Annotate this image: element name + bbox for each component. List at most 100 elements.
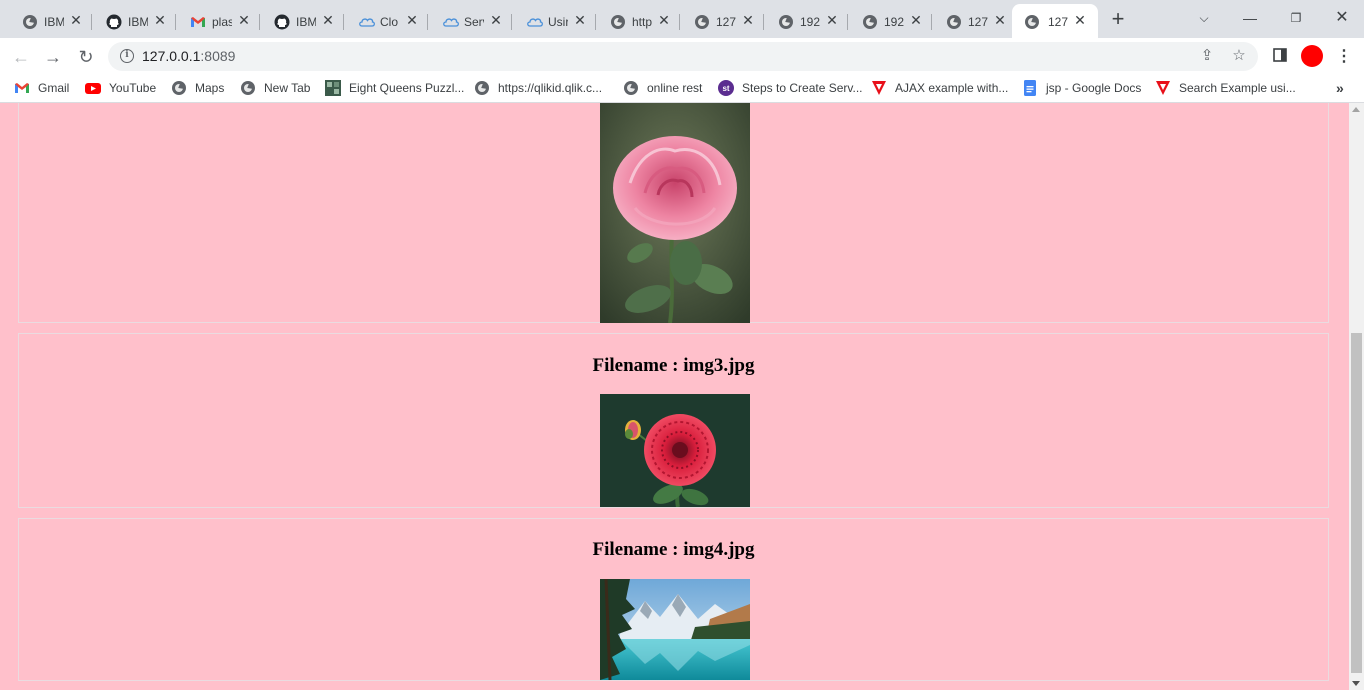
browser-tab[interactable]: IBM ✕ bbox=[252, 4, 344, 38]
gmail-icon bbox=[14, 80, 30, 96]
url-text[interactable]: 127.0.0.1:8089 bbox=[142, 48, 235, 65]
tab-title: Serv bbox=[464, 15, 484, 29]
globe-icon bbox=[623, 80, 639, 96]
bookmark-steps-create-serv[interactable]: st Steps to Create Serv... bbox=[718, 80, 863, 96]
gmail-icon bbox=[190, 14, 206, 30]
bookmark-label: online rest bbox=[647, 81, 703, 95]
bookmark-label: Gmail bbox=[38, 81, 70, 95]
tab-title: plas bbox=[212, 15, 232, 29]
browser-tab[interactable]: 127 ✕ bbox=[672, 4, 764, 38]
dahlia-image bbox=[600, 394, 750, 507]
close-tab-icon[interactable]: ✕ bbox=[236, 12, 252, 28]
puzzle-icon bbox=[325, 80, 341, 96]
github-icon bbox=[274, 14, 290, 30]
address-bar[interactable]: i 127.0.0.1:8089 ⇪ ☆ bbox=[108, 42, 1258, 71]
globe-icon bbox=[946, 14, 962, 30]
bookmarks-bar: Gmail YouTube Maps New Tab Eight Queens … bbox=[0, 75, 1364, 103]
scroll-up-arrow-icon[interactable] bbox=[1352, 107, 1360, 112]
bookmark-qlik[interactable]: https://qlikid.qlik.c... bbox=[474, 80, 602, 96]
menu-kebab-icon[interactable]: ⋮ bbox=[1335, 48, 1353, 66]
scrollbar-thumb[interactable] bbox=[1351, 333, 1362, 673]
close-tab-icon[interactable]: ✕ bbox=[404, 12, 420, 28]
bookmark-label: https://qlikid.qlik.c... bbox=[498, 81, 603, 95]
share-icon[interactable]: ⇪ bbox=[1198, 47, 1216, 65]
tab-title: 127 bbox=[1048, 15, 1068, 29]
cloud-icon bbox=[358, 14, 375, 30]
bookmark-label: Eight Queens Puzzl... bbox=[349, 81, 465, 95]
tab-title: IBM bbox=[128, 15, 148, 29]
globe-icon bbox=[22, 14, 38, 30]
browser-tab[interactable]: 192 ✕ bbox=[840, 4, 932, 38]
browser-tab[interactable]: 127 ✕ bbox=[924, 4, 1016, 38]
warning-icon bbox=[1155, 80, 1171, 96]
close-tab-icon[interactable]: ✕ bbox=[152, 12, 168, 28]
browser-tab[interactable]: Serv ✕ bbox=[420, 4, 512, 38]
browser-tab[interactable]: http ✕ bbox=[588, 4, 680, 38]
globe-icon bbox=[862, 14, 878, 30]
bookmark-online-rest[interactable]: online rest bbox=[623, 80, 702, 96]
browser-tab[interactable]: plas ✕ bbox=[168, 4, 260, 38]
mountain-lake-image bbox=[600, 579, 750, 680]
tab-title: 127 bbox=[968, 15, 988, 29]
bookmark-search-example[interactable]: Search Example usi... bbox=[1155, 80, 1296, 96]
tab-search-icon[interactable]: ⌵ bbox=[1192, 8, 1216, 28]
browser-tab[interactable]: Usir ✕ bbox=[504, 4, 596, 38]
close-tab-icon[interactable]: ✕ bbox=[908, 12, 924, 28]
bookmark-maps[interactable]: Maps bbox=[171, 80, 224, 96]
reload-button[interactable]: ↻ bbox=[75, 46, 97, 68]
bookmark-label: AJAX example with... bbox=[895, 81, 1009, 95]
svg-text:st: st bbox=[722, 84, 729, 93]
bookmark-new-tab[interactable]: New Tab bbox=[240, 80, 310, 96]
cloud-icon bbox=[526, 14, 543, 30]
tab-title: http bbox=[632, 15, 652, 29]
site-info-icon[interactable]: i bbox=[120, 49, 134, 63]
st-icon: st bbox=[718, 80, 734, 96]
globe-icon bbox=[240, 80, 256, 96]
close-tab-icon[interactable]: ✕ bbox=[572, 12, 588, 28]
scroll-down-arrow-icon[interactable] bbox=[1352, 681, 1360, 686]
minimize-button[interactable]: — bbox=[1238, 8, 1262, 28]
browser-tab[interactable]: IBM ✕ bbox=[84, 4, 176, 38]
close-tab-icon[interactable]: ✕ bbox=[740, 12, 756, 28]
more-bookmarks-icon[interactable]: » bbox=[1336, 80, 1344, 96]
globe-icon bbox=[474, 80, 490, 96]
filename-heading: Filename : img3.jpg bbox=[592, 355, 755, 376]
bookmark-gmail[interactable]: Gmail bbox=[14, 80, 69, 96]
page-content: Filename : img3.jpg Filename: img4.jpg bbox=[0, 103, 1349, 690]
tab-title: IBM bbox=[296, 15, 316, 29]
close-tab-icon[interactable]: ✕ bbox=[68, 12, 84, 28]
close-tab-icon[interactable]: ✕ bbox=[656, 12, 672, 28]
close-tab-icon[interactable]: ✕ bbox=[320, 12, 336, 28]
rose-image bbox=[600, 103, 750, 323]
bookmark-youtube[interactable]: YouTube bbox=[85, 80, 156, 96]
restore-button[interactable]: ❐ bbox=[1284, 8, 1308, 28]
browser-tab[interactable]: IBM ✕ bbox=[0, 4, 92, 38]
cloud-icon bbox=[442, 14, 459, 30]
browser-tab-active[interactable]: 127 ✕ bbox=[1012, 4, 1098, 38]
browser-tab[interactable]: 192 ✕ bbox=[756, 4, 848, 38]
profile-avatar[interactable] bbox=[1301, 45, 1323, 67]
bookmark-star-icon[interactable]: ☆ bbox=[1230, 47, 1248, 65]
bookmark-label: jsp - Google Docs bbox=[1046, 81, 1142, 95]
bookmark-ajax-example[interactable]: AJAX example with... bbox=[871, 80, 1008, 96]
close-tab-icon[interactable]: ✕ bbox=[824, 12, 840, 28]
new-tab-button[interactable]: + bbox=[1108, 8, 1128, 30]
back-button[interactable]: ← bbox=[10, 46, 32, 68]
bookmark-jsp-google-docs[interactable]: jsp - Google Docs bbox=[1022, 80, 1141, 96]
side-panel-icon[interactable] bbox=[1271, 48, 1289, 66]
close-tab-icon[interactable]: ✕ bbox=[1072, 12, 1088, 28]
bookmark-eight-queens[interactable]: Eight Queens Puzzl... bbox=[325, 80, 464, 96]
docs-icon bbox=[1022, 80, 1038, 96]
globe-icon bbox=[171, 80, 187, 96]
github-icon bbox=[106, 14, 122, 30]
close-tab-icon[interactable]: ✕ bbox=[992, 12, 1008, 28]
forward-button[interactable]: → bbox=[42, 46, 64, 68]
tab-title: 192 bbox=[884, 15, 904, 29]
close-tab-icon[interactable]: ✕ bbox=[488, 12, 504, 28]
browser-tab[interactable]: Clo ✕ bbox=[336, 4, 428, 38]
vertical-scrollbar[interactable] bbox=[1349, 103, 1364, 690]
tab-title: 192 bbox=[800, 15, 820, 29]
warning-icon bbox=[871, 80, 887, 96]
close-window-button[interactable]: ✕ bbox=[1330, 8, 1354, 28]
bookmark-label: YouTube bbox=[109, 81, 157, 95]
